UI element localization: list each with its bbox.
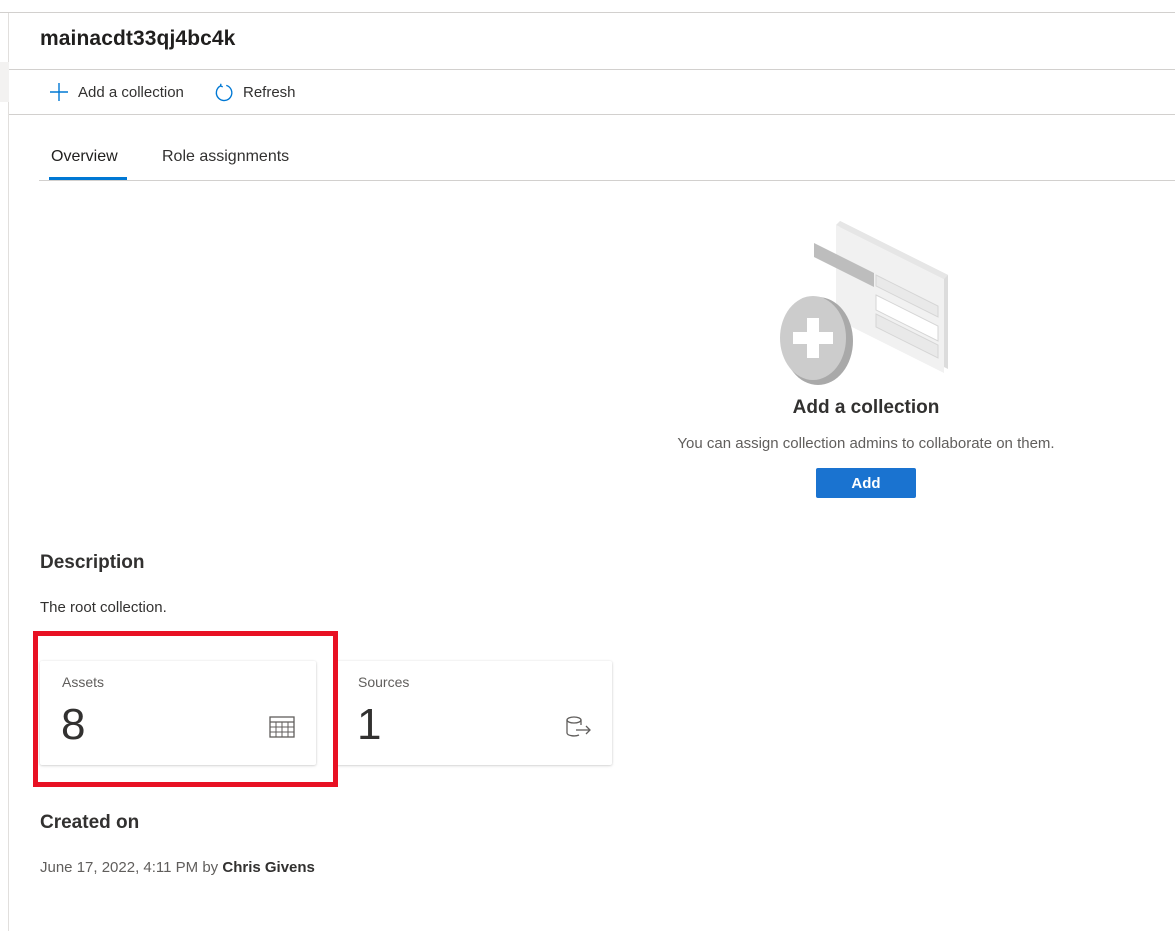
- empty-state-title: Add a collection: [792, 397, 940, 418]
- tab-role-assignments[interactable]: Role assignments: [162, 148, 289, 166]
- assets-highlight-box: [33, 631, 338, 787]
- created-by-author: Chris Givens: [222, 859, 315, 876]
- created-by-label: by: [202, 859, 219, 876]
- created-date: June 17, 2022, 4:11 PM: [40, 859, 199, 876]
- refresh-label: Refresh: [243, 83, 296, 101]
- page-title: mainacdt33qj4bc4k: [40, 27, 236, 50]
- add-button[interactable]: Add: [816, 468, 916, 498]
- description-heading: Description: [40, 552, 145, 573]
- database-export-icon: [564, 715, 592, 741]
- sources-count: 1: [357, 700, 382, 749]
- refresh-button[interactable]: Refresh: [214, 79, 296, 105]
- empty-state-subtitle: You can assign collection admins to coll…: [677, 435, 1055, 452]
- plus-icon: [49, 82, 69, 102]
- created-on-heading: Created on: [40, 812, 140, 833]
- left-panel-edge: [0, 62, 9, 102]
- add-collection-label: Add a collection: [78, 83, 184, 101]
- command-bar-top-divider: [9, 69, 1175, 70]
- add-collection-illustration: [770, 215, 960, 390]
- top-divider: [0, 12, 1175, 13]
- tab-overview[interactable]: Overview: [51, 148, 118, 166]
- refresh-icon: [214, 82, 234, 102]
- tabs-divider: [39, 180, 1175, 181]
- add-collection-button[interactable]: Add a collection: [49, 79, 184, 105]
- left-panel-divider: [8, 13, 9, 931]
- created-on-line: June 17, 2022, 4:11 PM by Chris Givens: [40, 859, 315, 876]
- sources-card-label: Sources: [358, 674, 410, 690]
- description-text: The root collection.: [40, 599, 167, 616]
- collection-details-page: mainacdt33qj4bc4k Add a collection Refre…: [0, 0, 1175, 931]
- sources-card[interactable]: Sources 1: [336, 661, 612, 765]
- command-bar-bottom-divider: [9, 114, 1175, 115]
